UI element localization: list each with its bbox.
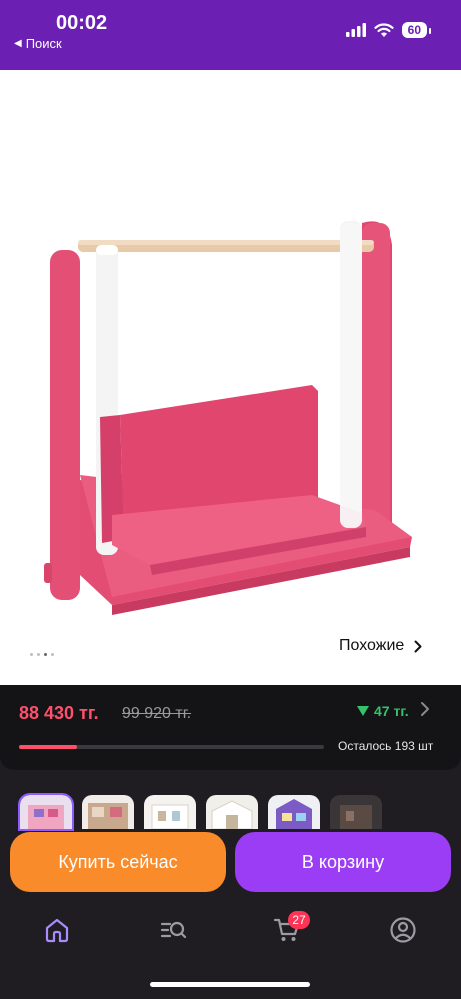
back-triangle-icon: ◀ (14, 38, 22, 49)
profile-icon (390, 917, 416, 943)
related-thumbnail[interactable] (268, 795, 320, 829)
tab-catalog[interactable] (157, 914, 189, 946)
gallery-dots (30, 653, 54, 656)
status-bar: 00:02 ◀ Поиск 60 (0, 0, 461, 70)
price-panel: 88 430 тг. 99 920 тг. 47 тг. Осталось 19… (0, 685, 461, 770)
chevron-right-icon (414, 640, 422, 652)
status-time: 00:02 (56, 12, 108, 34)
cashback-amount: 47 тг. (374, 703, 409, 719)
cart-count-badge: 27 (288, 911, 310, 929)
cashback[interactable]: 47 тг. (357, 703, 409, 719)
tab-profile[interactable] (387, 914, 419, 946)
stock-progress-fill (19, 745, 77, 749)
chevron-right-icon[interactable] (420, 701, 430, 717)
tab-bar (0, 906, 461, 956)
gallery-dot (30, 653, 33, 656)
share-button[interactable] (410, 86, 450, 126)
related-thumbnail[interactable] (206, 795, 258, 829)
home-indicator (150, 982, 310, 987)
back-to-app-link[interactable]: ◀ Поиск (14, 36, 62, 51)
stock-remaining: Осталось 193 шт (338, 739, 434, 753)
battery-indicator: 60 (401, 22, 432, 38)
related-thumbnail[interactable] (82, 795, 134, 829)
related-thumbnail[interactable] (18, 793, 74, 831)
gallery-dot (37, 653, 40, 656)
similar-label: Похожие (339, 637, 405, 654)
related-thumbnails (18, 793, 382, 831)
gallery-dot (51, 653, 54, 656)
tab-home[interactable] (41, 914, 73, 946)
related-thumbnail[interactable] (144, 795, 196, 829)
add-to-cart-button[interactable]: В корзину (235, 832, 451, 892)
chevron-left-icon (23, 93, 37, 119)
catalog-search-icon (160, 921, 187, 939)
old-price: 99 920 тг. (122, 705, 192, 722)
home-icon (45, 918, 69, 943)
heart-icon (358, 93, 386, 119)
product-image (44, 221, 412, 615)
product-gallery[interactable]: Похожие (0, 70, 461, 685)
buy-now-button[interactable]: Купить сейчас (10, 832, 226, 892)
share-icon (419, 91, 441, 121)
gallery-dot-active (44, 653, 47, 656)
signal-icon (345, 23, 366, 37)
stock-progress-bar (19, 745, 324, 749)
similar-link[interactable]: Похожие (339, 637, 422, 655)
back-button[interactable] (10, 86, 50, 126)
down-triangle-icon (357, 706, 369, 716)
wifi-icon (374, 22, 394, 37)
status-icons: 60 (345, 22, 432, 38)
favorite-button[interactable] (352, 86, 392, 126)
back-app-label: Поиск (25, 36, 62, 51)
current-price: 88 430 тг. (19, 703, 99, 723)
related-thumbnail[interactable] (330, 795, 382, 829)
